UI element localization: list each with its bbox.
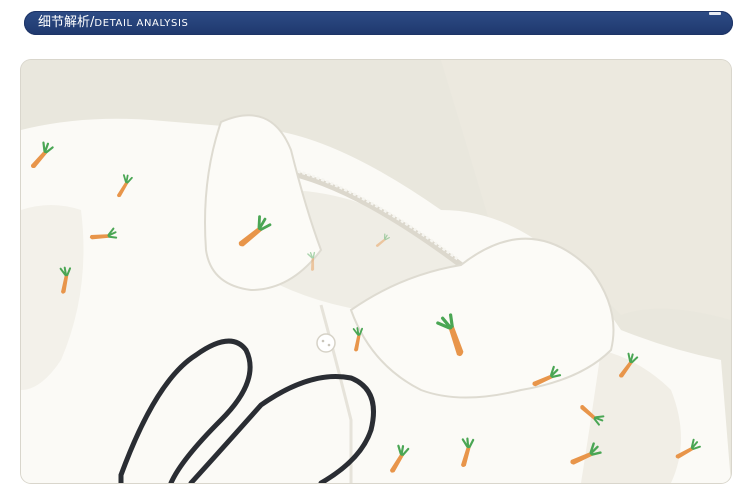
shirt-button [316,333,336,353]
title-chinese: 细节解析 [38,15,91,30]
section-header-banner: 细节解析/DETAIL ANALYSIS [24,11,733,35]
title-english: DETAIL ANALYSIS [94,18,189,29]
banner-corner-mark [709,12,721,15]
product-detail-photo [21,60,731,483]
section-header-title: 细节解析/DETAIL ANALYSIS [38,14,188,33]
shirt-illustration [21,60,731,483]
